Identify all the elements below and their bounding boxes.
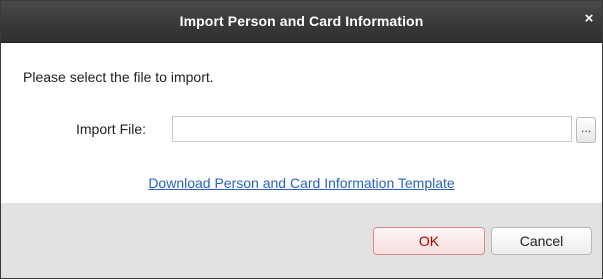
dialog-footer: OK Cancel [1, 203, 602, 278]
ok-button[interactable]: OK [373, 227, 485, 255]
cancel-button[interactable]: Cancel [491, 227, 592, 255]
import-dialog: Import Person and Card Information × Ple… [0, 0, 603, 279]
download-template-link[interactable]: Download Person and Card Information Tem… [1, 175, 602, 191]
import-file-label: Import File: [76, 121, 147, 137]
dialog-title: Import Person and Card Information [179, 13, 424, 29]
close-icon[interactable]: × [582, 11, 596, 27]
import-file-input[interactable] [172, 116, 572, 142]
select-file-prompt: Please select the file to import. [23, 69, 214, 85]
dialog-titlebar: Import Person and Card Information × [1, 1, 602, 43]
dialog-body: Please select the file to import. Import… [1, 43, 602, 203]
browse-button[interactable]: ... [576, 117, 596, 143]
